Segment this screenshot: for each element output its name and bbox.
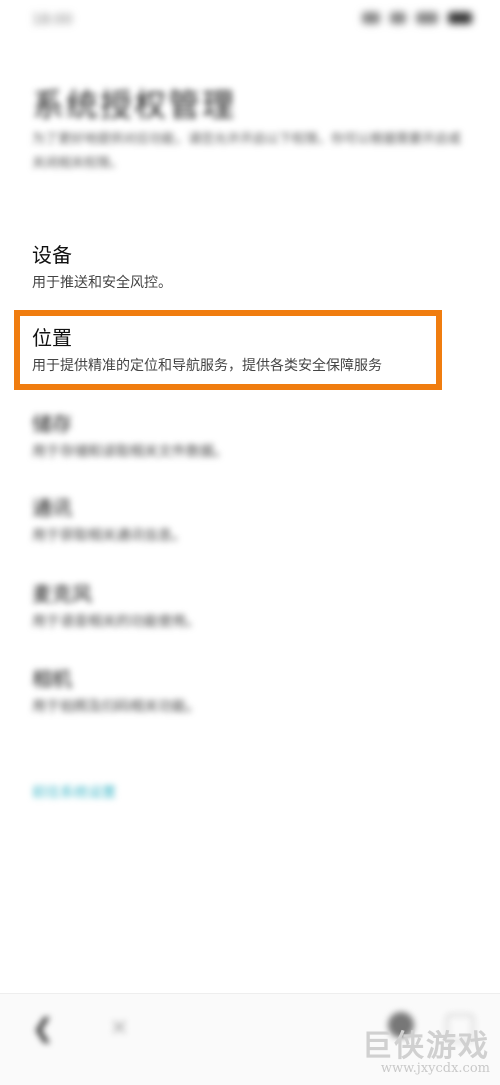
permission-item-microphone[interactable]: 麦克风 用于语音相关的功能使用。: [32, 580, 452, 634]
watermark: 巨侠游戏 www.jxycdx.com: [362, 1021, 490, 1076]
chevron-left-icon[interactable]: ❮: [32, 1014, 54, 1044]
permission-description: 用于推送和安全风控。: [32, 275, 172, 291]
system-settings-link[interactable]: 前往系统设置: [32, 782, 116, 802]
signal-icon: [362, 12, 380, 24]
permission-description: 用于拍照及扫码相关功能。: [32, 699, 200, 715]
permission-title: 麦克风: [32, 582, 92, 606]
page-description: 为了更好地提供对应功能，请您允许开启以下权限，你可以根据需要开启或关闭相关权限。: [32, 132, 462, 171]
status-bar: 18:00: [0, 0, 500, 40]
permission-description: 用于存储和读取相关文件数据。: [32, 444, 228, 460]
watermark-name: 巨侠游戏: [362, 1029, 490, 1064]
permission-title: 设备: [32, 243, 72, 267]
status-time: 18:00: [32, 12, 73, 28]
permission-description: 用于获取相关通讯信息。: [32, 528, 186, 544]
permission-title: 相机: [32, 667, 72, 691]
cellular-icon: [416, 12, 438, 24]
highlight-box: [14, 310, 442, 390]
status-icons: [362, 12, 472, 24]
permission-item-storage[interactable]: 储存 用于存储和读取相关文件数据。: [32, 410, 452, 464]
permission-title: 通讯: [32, 496, 72, 520]
page-title: 系统授权管理: [32, 86, 237, 124]
battery-icon: [448, 12, 472, 24]
permission-item-device[interactable]: 设备 用于推送和安全风控。: [32, 241, 452, 295]
watermark-url: www.jxycdx.com: [380, 1061, 490, 1076]
wifi-icon: [390, 12, 406, 24]
permission-description: 用于语音相关的功能使用。: [32, 614, 200, 630]
permission-title: 储存: [32, 412, 72, 436]
permission-item-camera[interactable]: 相机 用于拍照及扫码相关功能。: [32, 665, 452, 719]
permission-item-contacts[interactable]: 通讯 用于获取相关通讯信息。: [32, 494, 452, 548]
close-icon[interactable]: ✕: [110, 1016, 128, 1041]
